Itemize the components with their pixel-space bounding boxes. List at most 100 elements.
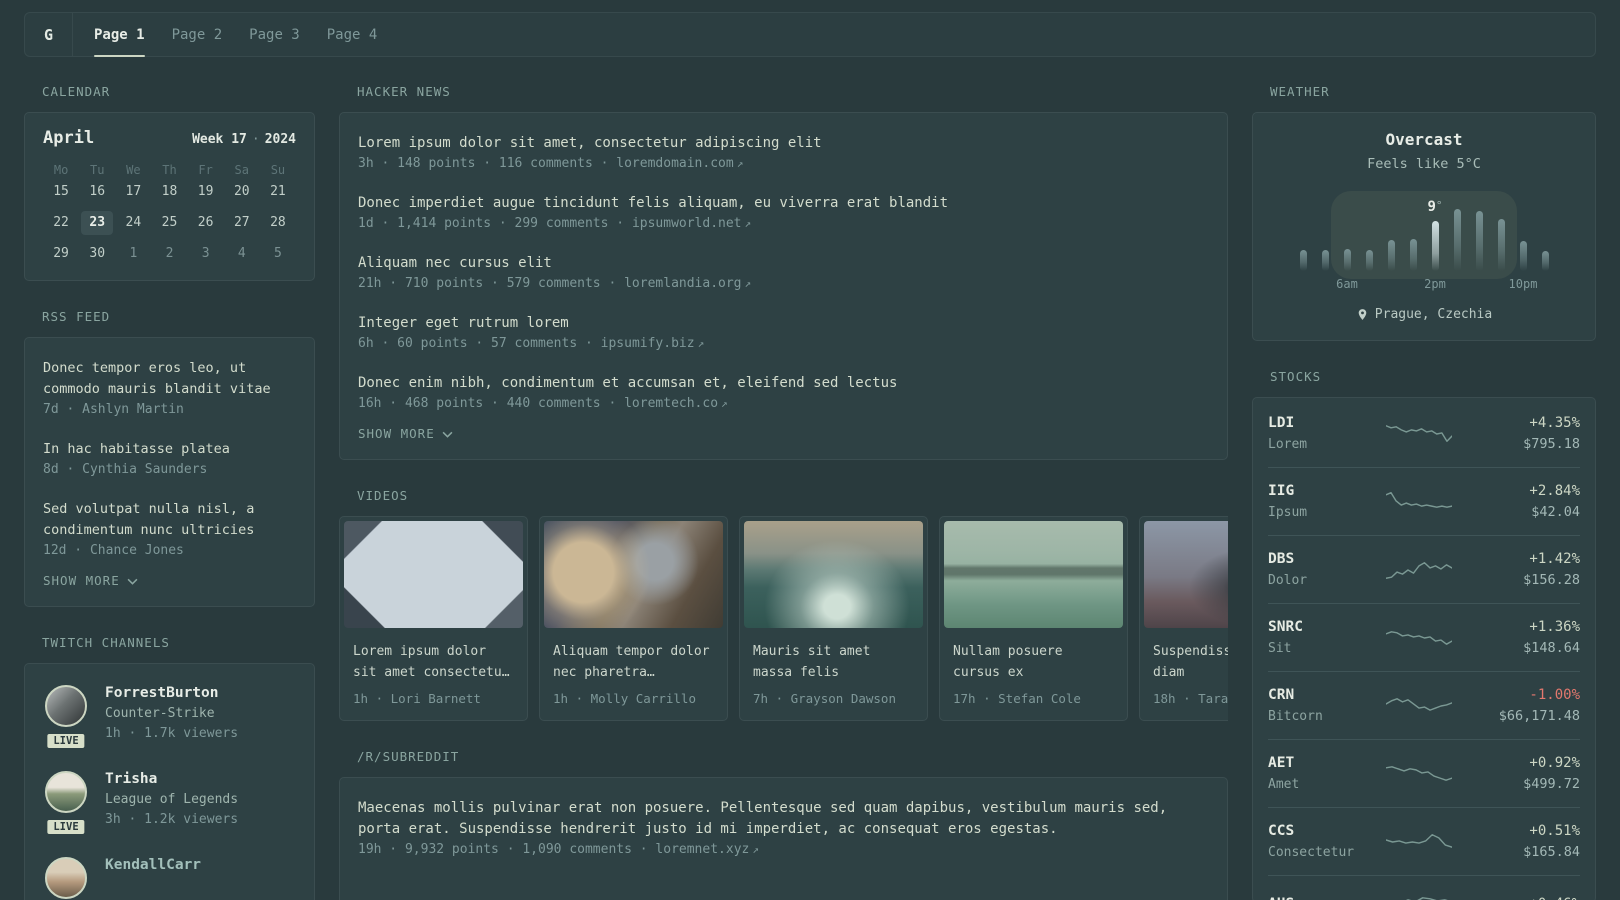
- page-tab[interactable]: Page 3: [249, 13, 300, 56]
- stock-change: +1.36%: [1529, 619, 1580, 635]
- story-domain-link[interactable]: ipsumworld.net ↗: [632, 216, 751, 231]
- calendar-day-header: We: [126, 163, 141, 177]
- calendar-day: 21: [270, 184, 286, 199]
- videos-section-title: VIDEOS: [357, 488, 409, 503]
- calendar-day: 30: [89, 246, 106, 261]
- video-title: Aliquam tempor dolor nec pharetra…: [553, 644, 710, 680]
- story-domain-link[interactable]: loremtech.co ↗: [624, 396, 728, 411]
- story-title[interactable]: Aliquam nec cursus elit: [358, 253, 1209, 274]
- video-meta: 1h · Molly Carrillo: [553, 691, 696, 706]
- calendar-day: 17: [125, 184, 142, 199]
- subreddit-widget: /R/SUBREDDIT Maecenas mollis pulvinar er…: [339, 749, 1228, 900]
- video-card[interactable]: Nullam posuere cursus ex 17h · Stefan Co…: [939, 516, 1128, 721]
- calendar-day: 18: [161, 184, 178, 199]
- stock-name: Consectetur: [1268, 845, 1355, 860]
- rss-widget: RSS FEED Donec tempor eros leo, ut commo…: [24, 309, 315, 607]
- channel-game: League of Legends: [105, 792, 239, 807]
- hackernews-show-more-button[interactable]: SHOW MORE: [358, 426, 453, 441]
- stock-name: Sit: [1268, 641, 1292, 656]
- channel-info: KendallCarr: [105, 855, 201, 899]
- stock-row[interactable]: AHS +0.46%: [1268, 876, 1580, 900]
- twitch-channel[interactable]: LIVE ForrestBurton Counter-Strike 1h · 1…: [43, 683, 296, 750]
- story-title[interactable]: Lorem ipsum dolor sit amet, consectetur …: [358, 133, 1209, 154]
- video-title: Suspendisse diam: [1153, 644, 1228, 680]
- temperature-bar-cell: °: [1402, 201, 1424, 271]
- stock-sparkline: [1386, 765, 1452, 781]
- rss-item-title[interactable]: Donec tempor eros leo, ut commodo mauris…: [43, 358, 296, 400]
- video-thumbnail: [544, 521, 723, 628]
- degree-symbol: °: [1435, 199, 1443, 212]
- story-domain-link[interactable]: ipsumify.biz ↗: [601, 336, 705, 351]
- current-temp-label: 9°: [1427, 199, 1443, 215]
- story-title[interactable]: Integer eget rutrum lorem: [358, 313, 1209, 334]
- stock-row[interactable]: AET Amet +0.92% $499.72: [1268, 740, 1580, 808]
- temperature-bar-cell: °: [1490, 201, 1512, 271]
- rss-show-more-button[interactable]: SHOW MORE: [43, 573, 138, 588]
- twitch-channel[interactable]: LIVE Trisha League of Legends 3h · 1.2k …: [43, 769, 296, 836]
- stock-id: SNRC Sit: [1268, 618, 1386, 657]
- page-tab[interactable]: Page 2: [172, 13, 223, 56]
- calendar-day: 16: [89, 184, 106, 199]
- avatar: [45, 685, 87, 727]
- stock-change: +2.84%: [1529, 483, 1580, 499]
- weather-card: Overcast Feels like 5°C ° °: [1252, 112, 1596, 341]
- page-tab[interactable]: Page 4: [327, 13, 378, 56]
- rss-item-meta: 8d · Cynthia Saunders: [43, 462, 208, 477]
- stock-sparkline: [1386, 697, 1452, 711]
- video-title: Lorem ipsum dolor sit amet consectetu…: [353, 644, 510, 680]
- video-card[interactable]: Lorem ipsum dolor sit amet consectetu… 1…: [339, 516, 528, 721]
- rss-item-meta: 12d · Chance Jones: [43, 543, 184, 558]
- stock-id: LDI Lorem: [1268, 414, 1386, 453]
- rss-item-title[interactable]: In hac habitasse platea: [43, 439, 296, 460]
- reddit-post: Maecenas mollis pulvinar erat non posuer…: [358, 798, 1209, 858]
- story-item: Lorem ipsum dolor sit amet, consectetur …: [358, 133, 1209, 172]
- stock-row[interactable]: CRN Bitcorn -1.00% $66,171.48: [1268, 672, 1580, 740]
- reddit-domain-link[interactable]: loremnet.xyz ↗: [655, 842, 759, 857]
- story-title[interactable]: Donec enim nibh, condimentum et accumsan…: [358, 373, 1209, 394]
- stock-name: Ipsum: [1268, 505, 1308, 520]
- stock-row[interactable]: IIG Ipsum +2.84% $42.04: [1268, 468, 1580, 536]
- stock-price: $148.64: [1523, 640, 1580, 656]
- calendar-day: 22: [53, 215, 69, 230]
- stock-symbol: CRN: [1268, 687, 1295, 703]
- map-pin-icon: [1358, 309, 1367, 320]
- story-domain-link[interactable]: loremlandia.org ↗: [624, 276, 751, 291]
- story-meta: 16h · 468 points · 440 comments · loremt…: [358, 396, 728, 411]
- stock-row[interactable]: DBS Dolor +1.42% $156.28: [1268, 536, 1580, 604]
- avatar: [45, 857, 87, 899]
- app-logo[interactable]: G: [25, 13, 73, 56]
- temperature-bar-cell: °: [1468, 201, 1490, 271]
- stock-values: -1.00% $66,171.48: [1452, 686, 1580, 725]
- calendar-day-header: Mo: [53, 163, 69, 177]
- stock-id: DBS Dolor: [1268, 550, 1386, 589]
- rss-item-meta: 7d · Ashlyn Martin: [43, 402, 184, 417]
- story-meta: 6h · 60 points · 57 comments · ipsumify.…: [358, 336, 705, 351]
- page-tab[interactable]: Page 1: [94, 13, 145, 57]
- stock-values: +0.46%: [1452, 895, 1580, 900]
- reddit-post-title[interactable]: Maecenas mollis pulvinar erat non posuer…: [358, 798, 1209, 840]
- weather-location: Prague, Czechia: [1268, 307, 1580, 322]
- stock-row[interactable]: SNRC Sit +1.36% $148.64: [1268, 604, 1580, 672]
- calendar-month: April: [43, 128, 95, 148]
- video-card[interactable]: Mauris sit amet massa felis 7h · Grayson…: [739, 516, 928, 721]
- temperature-bar-cell: °: [1380, 201, 1402, 271]
- stock-row[interactable]: LDI Lorem +4.35% $795.18: [1268, 400, 1580, 468]
- twitch-channel[interactable]: KendallCarr: [43, 855, 296, 899]
- temperature-bar: [1519, 241, 1527, 271]
- stock-price: $165.84: [1523, 844, 1580, 860]
- calendar-day: 15: [53, 184, 69, 199]
- temperature-bar-cell: ° 10pm: [1509, 201, 1537, 291]
- temperature-bar-cell: °: [1446, 201, 1468, 271]
- rss-item-title[interactable]: Sed volutpat nulla nisl, a condimentum n…: [43, 499, 296, 541]
- story-domain-link[interactable]: loremdomain.com ↗: [616, 156, 743, 171]
- external-link-icon: ↗: [736, 157, 744, 170]
- rss-card: Donec tempor eros leo, ut commodo mauris…: [24, 337, 315, 607]
- channel-info: Trisha League of Legends 3h · 1.2k viewe…: [105, 769, 238, 830]
- video-thumbnail: [944, 521, 1123, 628]
- external-link-icon: ↗: [697, 337, 705, 350]
- story-title[interactable]: Donec imperdiet augue tincidunt felis al…: [358, 193, 1209, 214]
- video-card[interactable]: Aliquam tempor dolor nec pharetra… 1h · …: [539, 516, 728, 721]
- stock-row[interactable]: CCS Consectetur +0.51% $165.84: [1268, 808, 1580, 876]
- video-card[interactable]: Suspendisse diam 18h · Tara: [1139, 516, 1228, 721]
- stock-values: +2.84% $42.04: [1452, 482, 1580, 521]
